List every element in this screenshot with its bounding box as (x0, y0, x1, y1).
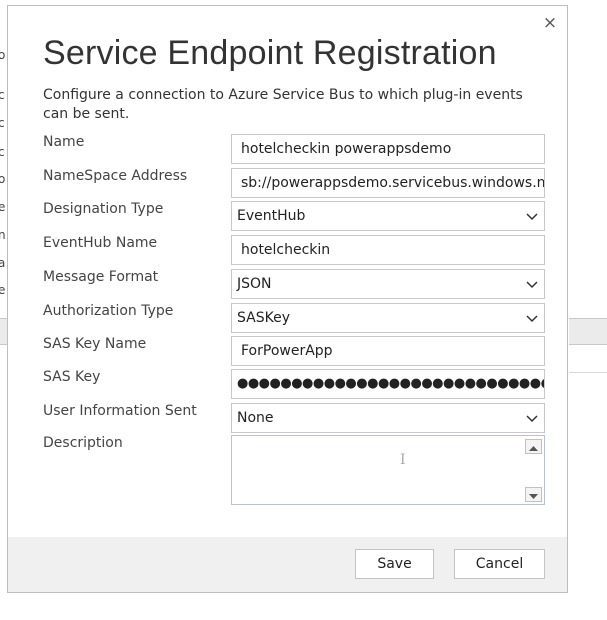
designation-type-select[interactable]: EventHub (231, 201, 545, 231)
namespace-row: NameSpace Address sb://powerappsdemo.ser… (43, 168, 548, 198)
dialog-title: Service Endpoint Registration (43, 34, 497, 72)
background-band (569, 318, 607, 345)
authorization-type-value: SASKey (237, 310, 290, 326)
designation-row: Designation Type EventHub (43, 201, 548, 231)
name-label: Name (43, 134, 85, 150)
dialog-footer: Save Cancel (8, 537, 567, 592)
description-row: Description I (43, 435, 548, 507)
designation-type-value: EventHub (237, 208, 306, 224)
user-information-select[interactable]: None (231, 403, 545, 433)
save-button[interactable]: Save (355, 549, 434, 579)
triangle-down-icon (529, 494, 538, 499)
format-row: Message Format JSON (43, 269, 548, 299)
message-format-value: JSON (237, 276, 272, 292)
authorization-type-select[interactable]: SASKey (231, 303, 545, 333)
auth-label: Authorization Type (43, 303, 174, 319)
dialog-subtitle: Configure a connection to Azure Service … (43, 87, 523, 122)
service-endpoint-dialog: × Service Endpoint Registration Configur… (7, 5, 568, 593)
description-textarea[interactable]: I (231, 435, 545, 505)
chevron-down-icon (526, 213, 538, 221)
sas-key-label: SAS Key (43, 369, 101, 385)
saskeyname-row: SAS Key Name ForPowerApp (43, 336, 548, 366)
user-information-label: User Information Sent (43, 403, 197, 419)
name-row: Name hotelcheckin powerappsdemo (43, 134, 548, 164)
background-divider (569, 372, 607, 373)
text-cursor-icon: I (400, 452, 406, 468)
close-icon[interactable]: × (541, 14, 559, 32)
name-input[interactable]: hotelcheckin powerappsdemo (231, 134, 545, 164)
auth-row: Authorization Type SASKey (43, 303, 548, 333)
namespace-address-input[interactable]: sb://powerappsdemo.servicebus.windows.ne… (231, 168, 545, 198)
namespace-label: NameSpace Address (43, 168, 188, 184)
scroll-up-button[interactable] (525, 439, 542, 454)
triangle-up-icon (529, 446, 538, 451)
description-label: Description (43, 435, 123, 451)
saskey-row: SAS Key ●●●●●●●●●●●●●●●●●●●●●●●●●●●●●●●●… (43, 369, 548, 399)
scroll-down-button[interactable] (525, 487, 542, 502)
sas-key-password-input[interactable]: ●●●●●●●●●●●●●●●●●●●●●●●●●●●●●●●●●●●●●● (231, 369, 545, 399)
eventhub-name-input[interactable]: hotelcheckin (231, 235, 545, 265)
user-information-value: None (237, 410, 274, 426)
description-scrollbar[interactable] (525, 439, 542, 502)
cancel-button[interactable]: Cancel (454, 549, 545, 579)
eventhub-row: EventHub Name hotelcheckin (43, 235, 548, 265)
chevron-down-icon (526, 315, 538, 323)
message-format-select[interactable]: JSON (231, 269, 545, 299)
chevron-down-icon (526, 415, 538, 423)
chevron-down-icon (526, 281, 538, 289)
format-label: Message Format (43, 269, 159, 285)
designation-label: Designation Type (43, 201, 164, 217)
sas-key-name-input[interactable]: ForPowerApp (231, 336, 545, 366)
eventhub-label: EventHub Name (43, 235, 158, 251)
sas-key-name-label: SAS Key Name (43, 336, 147, 352)
userinfo-row: User Information Sent None (43, 403, 548, 433)
